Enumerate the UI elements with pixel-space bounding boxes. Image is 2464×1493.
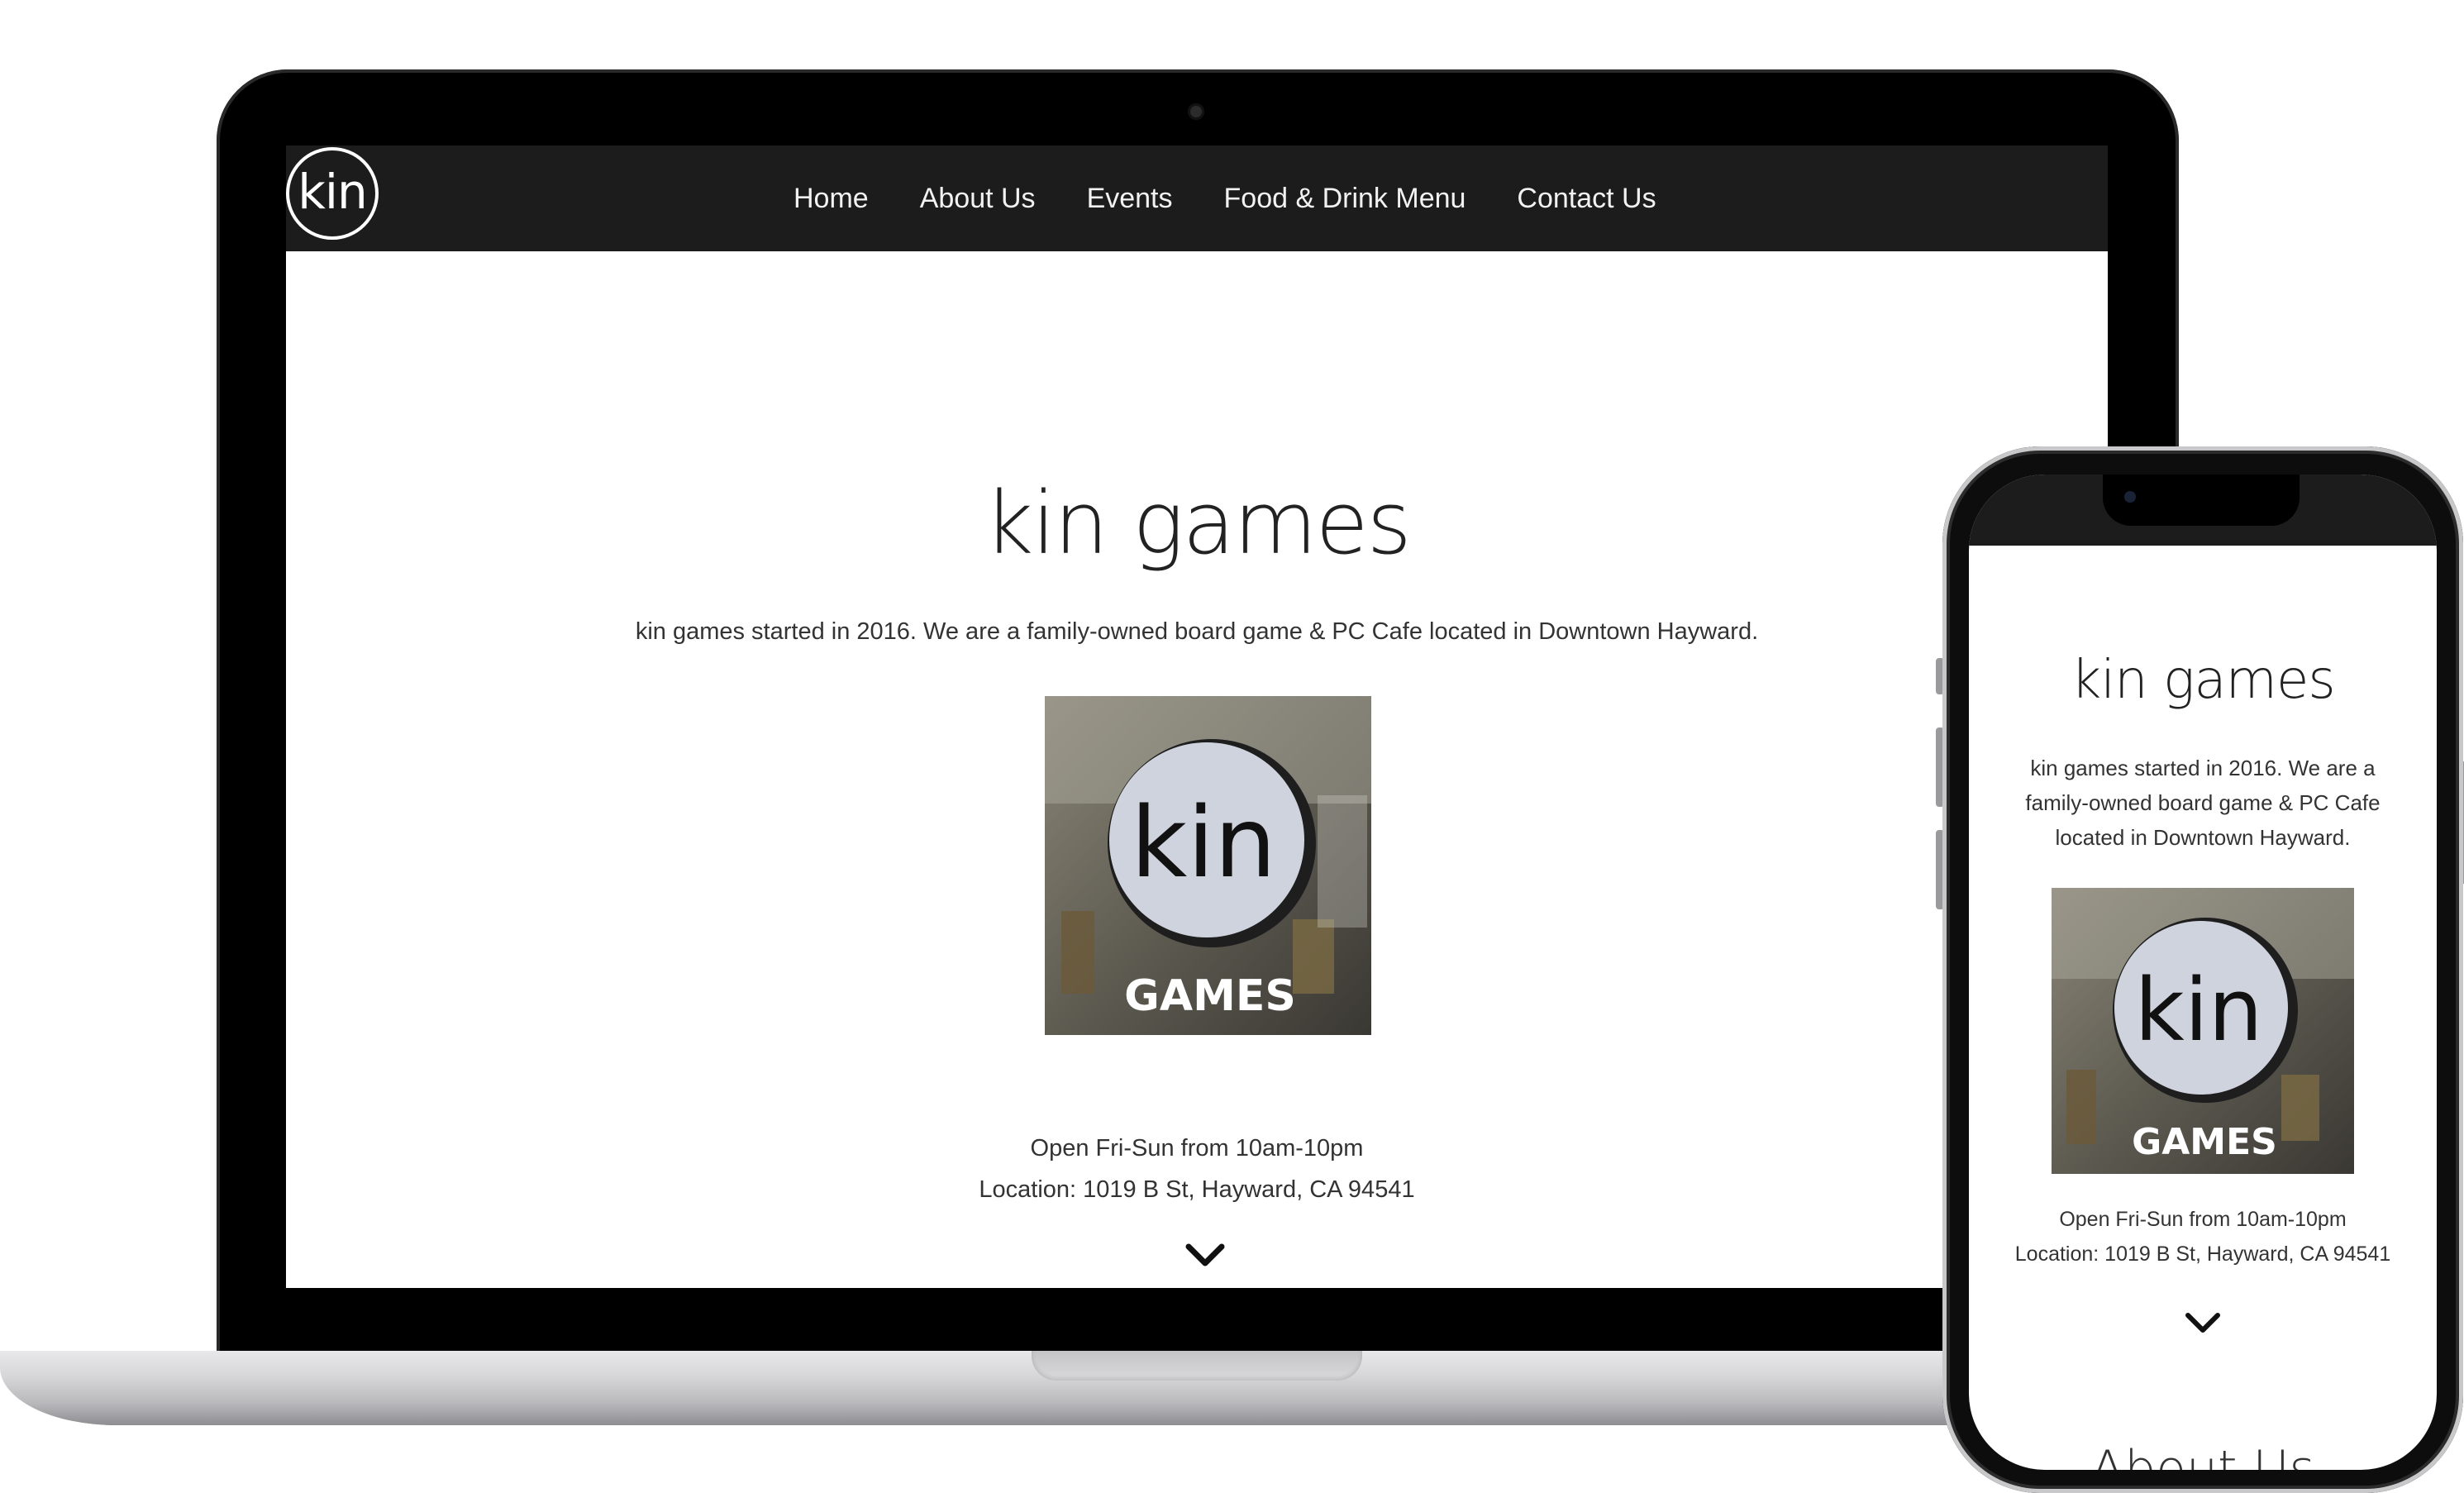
phone-navbar xyxy=(1969,475,2437,546)
hours-location: Open Fri-Sun from 10am-10pm Location: 10… xyxy=(286,1128,2108,1210)
nav-item-about-us[interactable]: About Us xyxy=(920,183,1036,215)
hero-title: kin games xyxy=(984,473,1412,574)
storefront-photo-mobile: kin GAMES xyxy=(2052,888,2354,1174)
hero-tagline-mobile: kin games started in 2016. We are a fami… xyxy=(2025,756,2381,850)
nav-item-home[interactable]: Home xyxy=(794,183,869,215)
photo-sign-text: kin xyxy=(1131,785,1276,899)
photo-sign-text-mobile: kin xyxy=(2134,960,2262,1061)
phone-camera xyxy=(2124,491,2136,503)
hours-text-mobile: Open Fri-Sun from 10am-10pm xyxy=(2059,1208,2347,1231)
hero-title-mobile: kin games xyxy=(2071,650,2335,711)
laptop-camera xyxy=(1188,103,1204,120)
navbar: kin Home About Us Events Food & Drink Me… xyxy=(286,145,2108,251)
chevron-down-icon[interactable] xyxy=(1184,1242,1227,1270)
nav-item-events[interactable]: Events xyxy=(1087,183,1173,215)
next-section-heading: About Us xyxy=(2090,1440,2315,1470)
nav-item-contact-us[interactable]: Contact Us xyxy=(1517,183,1656,215)
site-logo[interactable]: kin xyxy=(286,147,379,240)
location-text-mobile: Location: 1019 B St, Hayward, CA 94541 xyxy=(2014,1243,2391,1266)
hours-text: Open Fri-Sun from 10am-10pm xyxy=(1030,1135,1364,1161)
chevron-down-icon[interactable] xyxy=(2184,1311,2222,1336)
mockup-stage: kin Home About Us Events Food & Drink Me… xyxy=(0,0,2464,1493)
nav-item-food-drink-menu[interactable]: Food & Drink Menu xyxy=(1224,183,1466,215)
nav-menu: Home About Us Events Food & Drink Menu C… xyxy=(794,145,1656,251)
photo-caption-mobile: GAMES xyxy=(2132,1121,2277,1163)
phone-notch xyxy=(2103,475,2300,526)
laptop-lid-notch xyxy=(1032,1351,1362,1381)
location-text: Location: 1019 B St, Hayward, CA 94541 xyxy=(979,1176,1415,1203)
hero-tagline: kin games started in 2016. We are a fami… xyxy=(635,618,1759,645)
laptop-screen: kin Home About Us Events Food & Drink Me… xyxy=(286,145,2108,1288)
photo-caption: GAMES xyxy=(1124,971,1296,1021)
phone-screen: kin games kin games started in 2016. We … xyxy=(1969,475,2437,1470)
storefront-photo: kin GAMES xyxy=(1045,696,1371,1035)
hours-location-mobile: Open Fri-Sun from 10am-10pm Location: 10… xyxy=(1969,1202,2437,1271)
